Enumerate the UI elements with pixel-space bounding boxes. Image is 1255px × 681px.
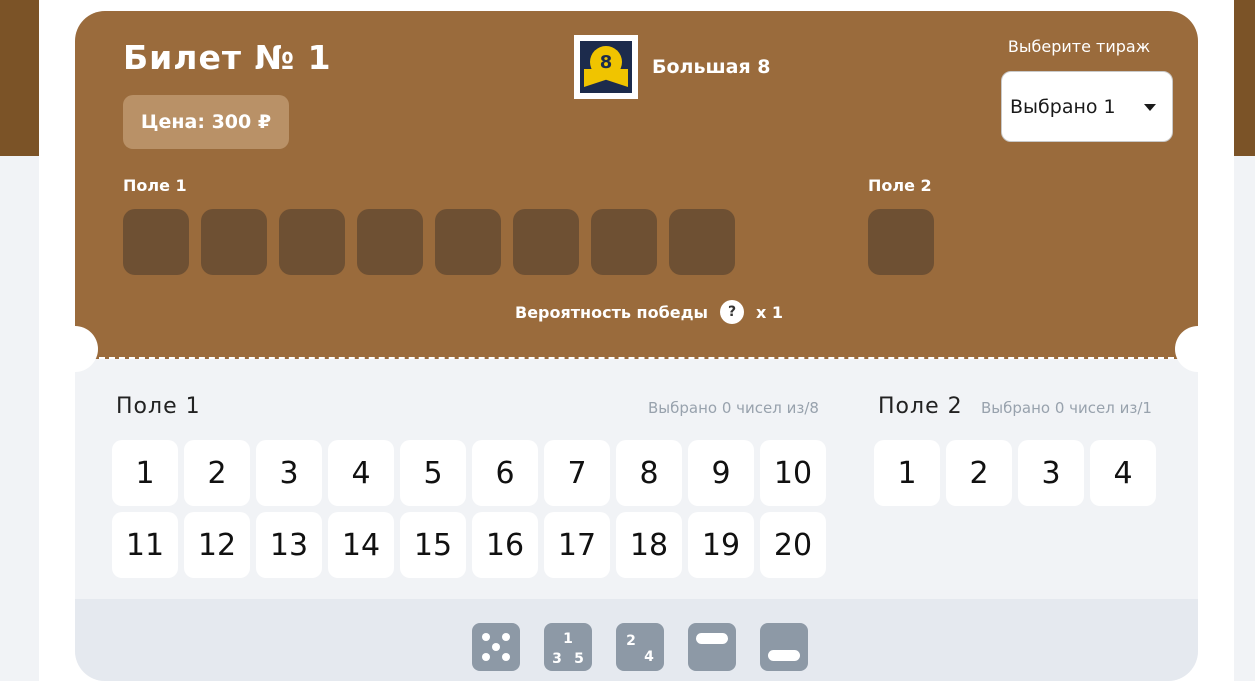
field1-number-button[interactable]: 3 (256, 440, 322, 506)
field1-number-button[interactable]: 10 (760, 440, 826, 506)
field1-number-button[interactable]: 13 (256, 512, 322, 578)
upper-half-button[interactable] (688, 623, 736, 671)
odd-numbers-icon: 1 3 5 (552, 631, 584, 667)
field1-number-button[interactable]: 16 (472, 512, 538, 578)
field1-number-button[interactable]: 18 (616, 512, 682, 578)
draw-select-value: Выбрано 1 (1010, 95, 1116, 118)
lottery-ticket: Билет № 1 Цена: 300 ₽ 8 Большая 8 Выбери… (75, 11, 1198, 681)
draw-select-label: Выберите тираж (1007, 37, 1151, 56)
field1-slot (513, 209, 579, 275)
random-dice-button[interactable] (472, 623, 520, 671)
ticket-notch-right (1175, 326, 1221, 372)
win-probability-label: Вероятность победы (515, 302, 708, 322)
field2-number-button[interactable]: 2 (946, 440, 1012, 506)
field1-selected-count: Выбрано 0 чисел из/8 (648, 399, 819, 417)
field1-title: Поле 1 (116, 394, 201, 419)
field1-number-button[interactable]: 19 (688, 512, 754, 578)
field2-title: Поле 2 (878, 394, 963, 419)
field1-slots-label: Поле 1 (123, 176, 187, 195)
lower-half-icon (768, 650, 800, 661)
field1-number-button[interactable]: 1 (112, 440, 178, 506)
price-badge: Цена: 300 ₽ (123, 95, 289, 149)
random-dice-icon (482, 633, 510, 661)
field1-number-button[interactable]: 2 (184, 440, 250, 506)
lottery-name: Большая 8 (652, 56, 771, 78)
field1-slot (123, 209, 189, 275)
logo-number-circle: 8 (590, 46, 622, 78)
field1-number-button[interactable]: 4 (328, 440, 394, 506)
field2-slots-label: Поле 2 (868, 176, 932, 195)
field2-number-button[interactable]: 3 (1018, 440, 1084, 506)
draw-select-dropdown[interactable]: Выбрано 1 (1001, 71, 1173, 142)
field1-number-button[interactable]: 12 (184, 512, 250, 578)
tear-line (99, 357, 1174, 359)
field1-slot (669, 209, 735, 275)
field1-slot (279, 209, 345, 275)
lottery-logo-stamp: 8 (574, 35, 638, 99)
svg-text:1: 1 (563, 631, 573, 647)
field1-number-button[interactable]: 6 (472, 440, 538, 506)
help-icon[interactable]: ? (720, 300, 744, 324)
field2-number-button[interactable]: 1 (874, 440, 940, 506)
odd-numbers-button[interactable]: 1 3 5 (544, 623, 592, 671)
field1-number-button[interactable]: 17 (544, 512, 610, 578)
ticket-header: Билет № 1 Цена: 300 ₽ 8 Большая 8 Выбери… (75, 11, 1198, 359)
field1-slot (357, 209, 423, 275)
field1-slot (435, 209, 501, 275)
lottery-logo: 8 (580, 41, 632, 93)
field1-number-button[interactable]: 14 (328, 512, 394, 578)
field1-number-button[interactable]: 20 (760, 512, 826, 578)
lower-half-button[interactable] (760, 623, 808, 671)
field1-number-button[interactable]: 7 (544, 440, 610, 506)
chevron-down-icon (1144, 104, 1156, 111)
even-numbers-button[interactable]: 2 4 (616, 623, 664, 671)
upper-half-icon (696, 633, 728, 644)
field1-slot (201, 209, 267, 275)
ticket-title: Билет № 1 (123, 38, 332, 77)
field2-slot (868, 209, 934, 275)
win-probability: Вероятность победы ? x 1 (515, 300, 783, 324)
win-probability-multiplier: x 1 (756, 302, 784, 322)
field1-slot (591, 209, 657, 275)
field1-number-button[interactable]: 5 (400, 440, 466, 506)
field1-number-button[interactable]: 9 (688, 440, 754, 506)
field2-number-button[interactable]: 4 (1090, 440, 1156, 506)
field2-selected-count: Выбрано 0 чисел из/1 (981, 399, 1152, 417)
even-numbers-icon: 2 4 (626, 633, 654, 665)
svg-text:3: 3 (552, 651, 562, 667)
field1-number-button[interactable]: 8 (616, 440, 682, 506)
field1-number-button[interactable]: 15 (400, 512, 466, 578)
svg-text:5: 5 (574, 651, 584, 667)
field1-number-button[interactable]: 11 (112, 512, 178, 578)
ticket-notch-left (52, 326, 98, 372)
svg-text:4: 4 (644, 649, 654, 665)
svg-text:2: 2 (626, 633, 636, 649)
